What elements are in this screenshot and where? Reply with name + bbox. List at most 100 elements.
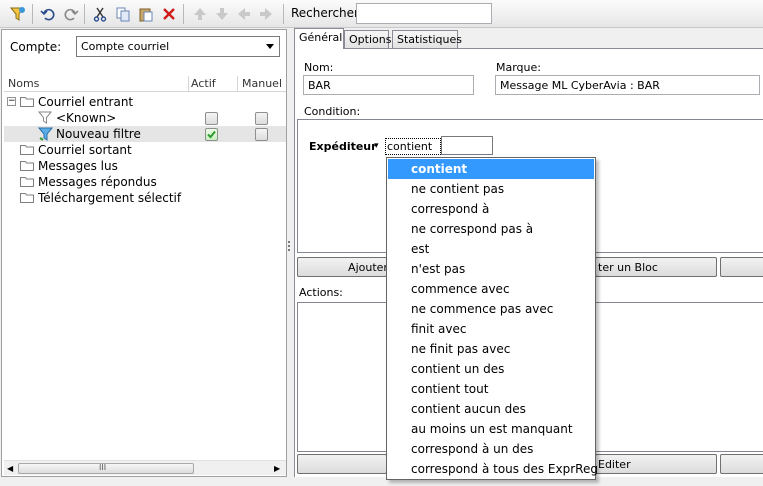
operator-option[interactable]: contient aucun des	[388, 399, 594, 419]
tree-header: Noms Actif Manuel	[4, 76, 286, 92]
account-select-value: Compte courriel	[81, 40, 170, 53]
move-left-icon[interactable]	[234, 4, 254, 24]
extra-condition-button[interactable]	[720, 257, 763, 277]
operator-option[interactable]: commence avec	[388, 279, 594, 299]
operator-option[interactable]: contient tout	[388, 379, 594, 399]
active-checkbox-checked[interactable]	[205, 128, 218, 141]
brand-label: Marque:	[496, 61, 541, 74]
extra-action-button[interactable]	[720, 454, 763, 474]
condition-value-field[interactable]	[441, 136, 493, 155]
manual-checkbox[interactable]	[255, 112, 268, 125]
operator-option[interactable]: finit avec	[388, 319, 594, 339]
move-down-icon[interactable]	[212, 4, 232, 24]
tree-item-label: Courriel sortant	[38, 143, 132, 157]
folder-icon	[20, 161, 34, 171]
search-input[interactable]	[356, 3, 492, 24]
column-divider[interactable]	[188, 76, 189, 91]
tree-item-replied-messages[interactable]: Messages répondus	[4, 174, 286, 190]
operator-option[interactable]: correspond à tous des ExprReg	[388, 459, 598, 479]
column-divider[interactable]	[237, 76, 238, 91]
operator-option[interactable]: est	[388, 239, 594, 259]
operator-option[interactable]: ne contient pas	[388, 179, 594, 199]
filter-funnel-icon	[38, 127, 54, 141]
actions-label: Actions:	[299, 286, 343, 299]
toolbar-separator	[183, 4, 184, 24]
delete-icon[interactable]	[159, 4, 179, 24]
tab-statistics[interactable]: Statistiques	[392, 30, 462, 48]
collapse-icon[interactable]: −	[7, 97, 16, 106]
tree-item-label: Nouveau filtre	[56, 127, 141, 141]
status-bar	[0, 477, 763, 486]
undo-icon[interactable]	[38, 4, 58, 24]
tree-item-incoming-mail[interactable]: − Courriel entrant	[4, 94, 286, 110]
operator-option[interactable]: correspond à un des	[388, 439, 594, 459]
condition-operator-value: contient	[387, 140, 433, 153]
operator-option[interactable]: au moins un est manquant	[388, 419, 594, 439]
tab-general[interactable]: Général	[294, 28, 344, 49]
name-field[interactable]: BAR	[303, 75, 474, 95]
account-label: Compte:	[10, 40, 62, 54]
active-checkbox[interactable]	[205, 112, 218, 125]
toolbar-separator	[32, 4, 33, 24]
checkmark-icon	[207, 130, 216, 139]
column-header-manual[interactable]: Manuel	[242, 77, 282, 90]
scroll-left-icon[interactable]: ◀	[7, 464, 13, 473]
folder-icon	[20, 193, 34, 203]
operator-option[interactable]: correspond à	[388, 199, 594, 219]
condition-label: Condition:	[304, 105, 361, 118]
tree-item-selective-download[interactable]: Téléchargement sélectif	[4, 190, 286, 206]
condition-operator-select[interactable]: contient	[385, 138, 442, 155]
filter-wizard-icon[interactable]	[8, 4, 28, 24]
scroll-right-icon[interactable]: ▶	[274, 464, 280, 473]
panel-splitter[interactable]	[287, 29, 292, 477]
condition-field-name[interactable]: Expéditeur	[309, 140, 377, 153]
operator-option[interactable]: contient un des	[388, 359, 594, 379]
add-action-button[interactable]	[297, 454, 387, 474]
move-right-icon[interactable]	[256, 4, 276, 24]
operator-option[interactable]: ne correspond pas à	[388, 219, 594, 239]
folder-icon	[20, 97, 34, 107]
add-block-label: ter un Bloc	[598, 261, 658, 274]
operator-option[interactable]: n'est pas	[388, 259, 594, 279]
search-label: Rechercher	[291, 6, 359, 20]
tree-item-known-filter[interactable]: <Known>	[4, 110, 286, 126]
folder-icon	[20, 145, 34, 155]
operator-option[interactable]: ne commence pas avec	[388, 299, 594, 319]
toolbar-separator	[84, 4, 85, 24]
tree-item-label: Courriel entrant	[38, 95, 134, 109]
add-condition-button[interactable]: Ajouter	[297, 257, 388, 277]
column-header-name[interactable]: Noms	[8, 77, 39, 90]
scrollbar-thumb[interactable]: III	[18, 463, 194, 474]
tab-options[interactable]: Options	[344, 30, 391, 48]
toolbar: Rechercher	[0, 0, 763, 28]
scroll-grip: III	[99, 463, 107, 472]
cut-icon[interactable]	[90, 4, 110, 24]
operator-option[interactable]: ne finit pas avec	[388, 339, 594, 359]
chevron-down-icon[interactable]: ▾	[374, 141, 379, 151]
paste-icon[interactable]	[136, 4, 156, 24]
edit-action-button[interactable]: Editer	[595, 454, 717, 474]
move-up-icon[interactable]	[190, 4, 210, 24]
brand-field[interactable]: Message ML CyberAvia : BAR	[495, 75, 760, 95]
toolbar-separator	[283, 4, 284, 24]
filter-funnel-icon	[38, 111, 52, 124]
add-block-button[interactable]: ter un Bloc	[595, 257, 717, 277]
chevron-down-icon	[266, 44, 274, 49]
manual-checkbox[interactable]	[255, 128, 268, 141]
tree-item-label: Téléchargement sélectif	[38, 191, 182, 205]
operator-option[interactable]: contient	[388, 159, 594, 179]
column-header-active[interactable]: Actif	[191, 77, 216, 90]
edit-action-label: Editer	[598, 458, 631, 471]
filter-tree-panel: Compte: Compte courriel Noms Actif Manue…	[1, 29, 287, 477]
redo-icon[interactable]	[61, 4, 81, 24]
copy-icon[interactable]	[113, 4, 133, 24]
tree-item-read-messages[interactable]: Messages lus	[4, 158, 286, 174]
folder-icon	[20, 177, 34, 187]
tree-item-label: <Known>	[56, 111, 117, 125]
tree-item-outgoing-mail[interactable]: Courriel sortant	[4, 142, 286, 158]
tree-item-label: Messages lus	[38, 159, 118, 173]
horizontal-scrollbar[interactable]: ◀ III ▶	[4, 460, 286, 475]
operator-dropdown-list[interactable]: contient ne contient pas correspond à ne co…	[386, 157, 598, 480]
tree-item-new-filter[interactable]: Nouveau filtre	[4, 126, 286, 142]
account-select[interactable]: Compte courriel	[76, 36, 280, 57]
